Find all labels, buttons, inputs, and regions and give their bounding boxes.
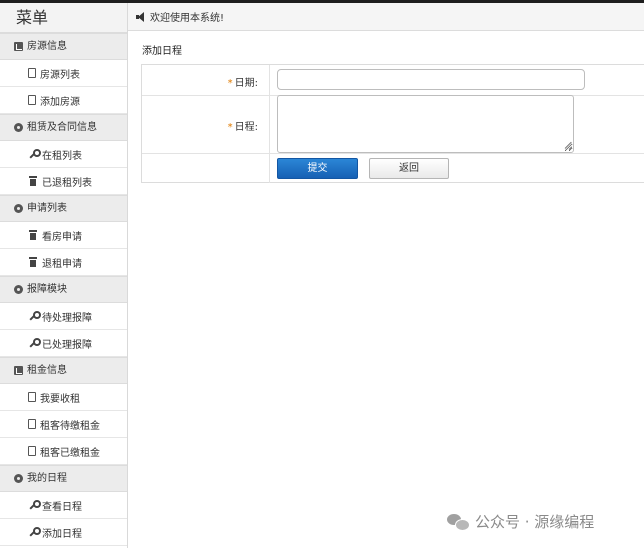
sidebar-item-rent-paid[interactable]: 租客已缴租金 <box>0 438 127 465</box>
sidebar-group-applications[interactable]: 申请列表 <box>0 195 127 222</box>
sidebar-title: 菜单 <box>0 3 127 33</box>
list-box-icon <box>14 42 23 51</box>
sidebar-item-label: 租客已缴租金 <box>40 447 100 459</box>
schedule-label-text: 日程: <box>234 122 258 133</box>
sidebar-item-listing-list[interactable]: 房源列表 <box>0 60 127 87</box>
gear-icon <box>14 204 23 213</box>
wrench-icon <box>28 311 41 321</box>
sidebar-item-label: 已退租列表 <box>42 177 92 189</box>
sidebar-item-label: 看房申请 <box>42 231 82 243</box>
label-cell <box>142 154 270 183</box>
sidebar-item-label: 我要收租 <box>40 393 80 405</box>
date-label-text: 日期: <box>234 78 258 89</box>
file-icon <box>28 419 36 429</box>
form-row-date: * 日期: <box>142 65 644 96</box>
sidebar-group-leases[interactable]: 租赁及合同信息 <box>0 114 127 141</box>
file-icon <box>28 68 36 78</box>
label-cell: * 日期: <box>142 65 270 95</box>
sidebar-item-label: 在租列表 <box>42 150 82 162</box>
sidebar-item-label: 添加房源 <box>40 96 80 108</box>
sidebar-item-label: 房源列表 <box>40 69 80 81</box>
label-cell: * 日程: <box>142 96 270 153</box>
sidebar-group-label: 房源信息 <box>27 40 67 52</box>
page-title: 添加日程 <box>142 46 182 57</box>
sidebar-item-rent-due[interactable]: 租客待缴租金 <box>0 411 127 438</box>
required-mark: * <box>227 122 233 133</box>
sidebar-item-label: 退租申请 <box>42 258 82 270</box>
sidebar-item-active-rentals[interactable]: 在租列表 <box>0 141 127 168</box>
gear-icon <box>14 123 23 132</box>
sidebar-group-repairs[interactable]: 报障模块 <box>0 276 127 303</box>
sidebar-item-label: 已处理报障 <box>42 339 92 351</box>
sidebar-group-label: 报障模块 <box>27 283 67 295</box>
sidebar-item-viewing-requests[interactable]: 看房申请 <box>0 222 127 249</box>
file-icon <box>28 392 36 402</box>
submit-button[interactable]: 提交 <box>277 158 358 179</box>
wechat-icon <box>447 513 470 531</box>
trash-icon <box>28 176 38 186</box>
sidebar-group-rent[interactable]: 租金信息 <box>0 357 127 384</box>
welcome-text: 欢迎使用本系统! <box>150 13 225 24</box>
welcome-bar: 欢迎使用本系统! <box>128 3 644 31</box>
schedule-textarea[interactable] <box>277 95 574 153</box>
sidebar-item-label: 租客待缴租金 <box>40 420 100 432</box>
back-button[interactable]: 返回 <box>369 158 449 179</box>
wrench-icon <box>28 149 41 159</box>
sidebar-item-label: 添加日程 <box>42 528 82 540</box>
sidebar-group-label: 租赁及合同信息 <box>27 121 97 133</box>
sidebar-item-label: 待处理报障 <box>42 312 92 324</box>
form-row-actions: 提交 返回 <box>142 154 644 183</box>
sidebar-group-listings[interactable]: 房源信息 <box>0 33 127 60</box>
required-mark: * <box>227 78 233 89</box>
schedule-label: * 日程: <box>228 118 258 133</box>
speaker-icon <box>136 11 146 22</box>
sidebar-item-label: 查看日程 <box>42 501 82 513</box>
watermark: 公众号 · 源缘编程 <box>447 511 594 532</box>
gear-icon <box>14 285 23 294</box>
wrench-icon <box>28 527 41 537</box>
add-schedule-form: * 日期: * 日程: 提交 返回 <box>141 64 644 183</box>
trash-icon <box>28 230 38 240</box>
sidebar-item-done-repairs[interactable]: 已处理报障 <box>0 330 127 357</box>
sidebar-item-add-listing[interactable]: 添加房源 <box>0 87 127 114</box>
list-box-icon <box>14 366 23 375</box>
trash-icon <box>28 257 38 267</box>
resize-grip-icon[interactable] <box>565 142 573 150</box>
sidebar-item-moveout-requests[interactable]: 退租申请 <box>0 249 127 276</box>
sidebar: 菜单 房源信息 房源列表 添加房源 租赁及合同信息 在租列表 已退租列表 申请列… <box>0 3 128 548</box>
wrench-icon <box>28 338 41 348</box>
date-input[interactable] <box>277 69 585 90</box>
file-icon <box>28 95 36 105</box>
sidebar-item-view-schedule[interactable]: 查看日程 <box>0 492 127 519</box>
sidebar-group-label: 我的日程 <box>27 472 67 484</box>
sidebar-item-ended-rentals[interactable]: 已退租列表 <box>0 168 127 195</box>
file-icon <box>28 446 36 456</box>
sidebar-group-label: 申请列表 <box>27 202 67 214</box>
wrench-icon <box>28 500 41 510</box>
sidebar-item-add-schedule[interactable]: 添加日程 <box>0 519 127 546</box>
sidebar-item-collect-rent[interactable]: 我要收租 <box>0 384 127 411</box>
watermark-text: 公众号 · 源缘编程 <box>475 513 595 531</box>
date-label: * 日期: <box>228 74 258 89</box>
sidebar-group-label: 租金信息 <box>27 364 67 376</box>
sidebar-item-pending-repairs[interactable]: 待处理报障 <box>0 303 127 330</box>
sidebar-group-schedule[interactable]: 我的日程 <box>0 465 127 492</box>
gear-icon <box>14 474 23 483</box>
form-row-schedule: * 日程: <box>142 95 644 154</box>
